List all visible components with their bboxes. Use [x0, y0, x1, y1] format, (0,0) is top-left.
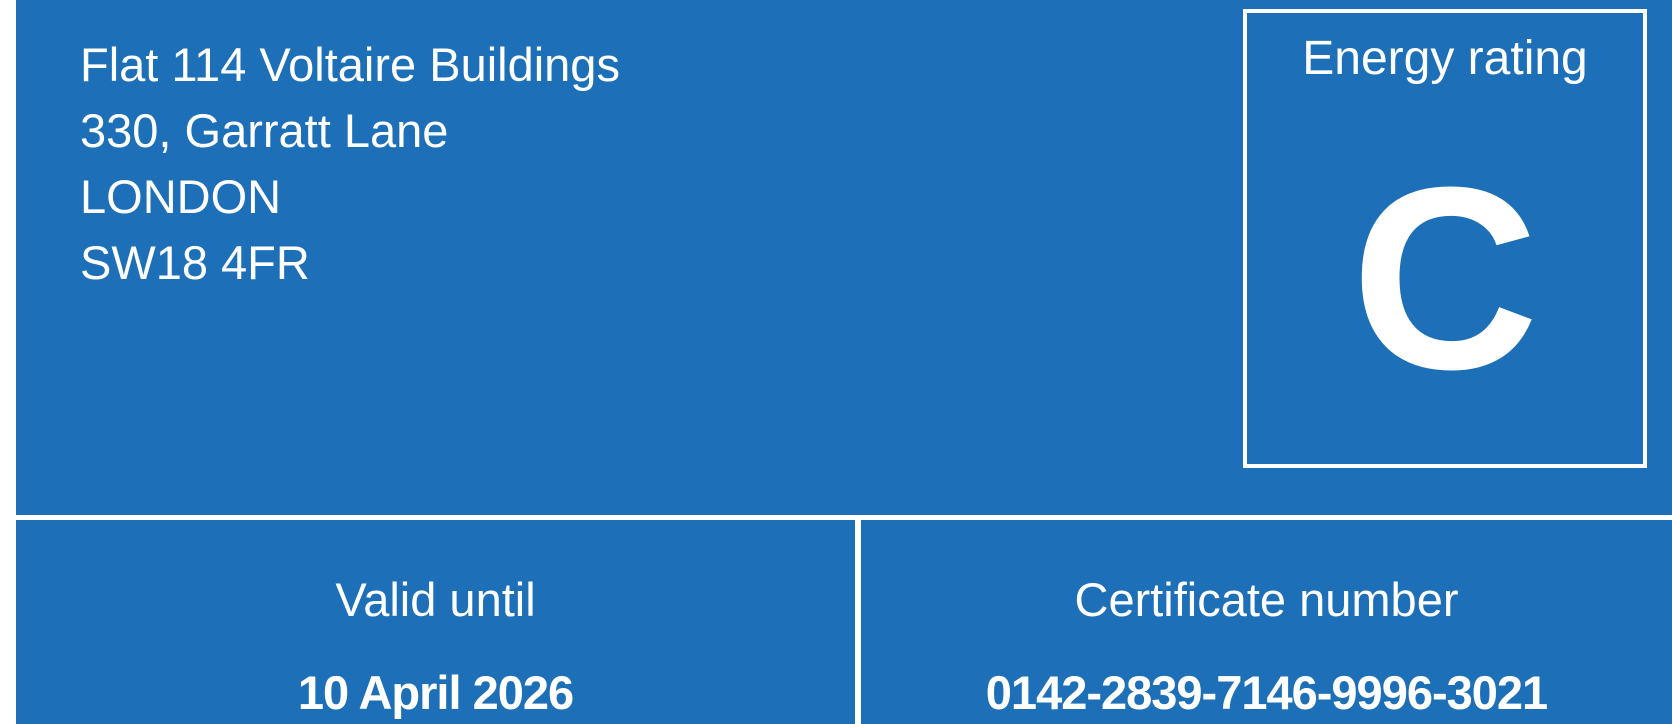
left-border: [0, 0, 16, 724]
property-summary-section: Flat 114 Voltaire Buildings 330, Garratt…: [16, 0, 1672, 515]
epc-summary-panel: Flat 114 Voltaire Buildings 330, Garratt…: [0, 0, 1672, 724]
certificate-number-value: 0142-2839-7146-9996-3021: [985, 666, 1548, 719]
energy-rating-label: Energy rating: [1302, 32, 1588, 85]
address-line-2: 330, Garratt Lane: [80, 104, 449, 157]
valid-until-value: 10 April 2026: [297, 666, 574, 719]
valid-until-label: Valid until: [335, 573, 536, 626]
certificate-number-section: Certificate number 0142-2839-7146-9996-3…: [861, 520, 1672, 724]
energy-rating-value: C: [1351, 134, 1539, 424]
address-line-1: Flat 114 Voltaire Buildings: [80, 38, 620, 91]
address-line-4: SW18 4FR: [80, 236, 310, 289]
property-address: Flat 114 Voltaire Buildings 330, Garratt…: [80, 32, 620, 296]
valid-until-section: Valid until 10 April 2026: [16, 520, 855, 724]
address-line-3: LONDON: [80, 170, 282, 223]
certificate-number-label: Certificate number: [1074, 573, 1459, 626]
energy-rating-box: Energy rating C: [1243, 9, 1647, 468]
